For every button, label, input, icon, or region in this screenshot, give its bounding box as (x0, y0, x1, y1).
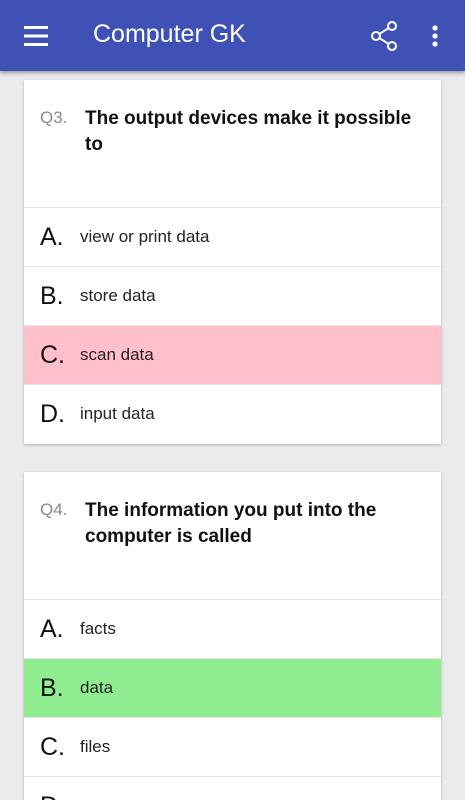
option-b[interactable]: B. store data (24, 267, 441, 326)
share-icon (371, 21, 397, 51)
app-bar: Computer GK (0, 0, 465, 71)
option-text: data (80, 678, 114, 697)
option-letter: A. (40, 223, 64, 251)
question-header: Q4. The information you put into the com… (24, 472, 441, 600)
option-letter: A. (40, 615, 64, 643)
app-title: Computer GK (93, 20, 246, 48)
more-options-button[interactable] (420, 16, 450, 56)
option-d[interactable]: D. input data (24, 385, 441, 444)
option-letter: B. (40, 674, 64, 702)
option-text: input data (80, 404, 155, 423)
question-header: Q3. The output devices make it possible … (24, 80, 441, 208)
option-text: view or print data (80, 227, 210, 246)
option-a[interactable]: A. view or print data (24, 208, 441, 267)
option-text: scan data (80, 345, 154, 364)
question-number: Q3. (40, 108, 68, 127)
question-text: The output devices make it possible to (85, 108, 412, 155)
option-a[interactable]: A. facts (24, 600, 441, 659)
option-text: files (80, 737, 111, 756)
option-text: store data (80, 286, 156, 305)
question-card-q4: Q4. The information you put into the com… (24, 472, 441, 800)
option-letter: B. (40, 282, 64, 310)
option-d[interactable]: D. (24, 777, 441, 800)
option-c[interactable]: C. files (24, 718, 441, 777)
question-number: Q4. (40, 500, 68, 519)
option-text: facts (80, 619, 116, 638)
share-button[interactable] (364, 16, 404, 56)
option-letter: C. (40, 341, 65, 369)
more-vert-icon (432, 25, 438, 47)
question-card-q3: Q3. The output devices make it possible … (24, 80, 441, 444)
menu-button[interactable] (14, 16, 58, 56)
question-text: The information you put into the compute… (85, 500, 377, 547)
option-letter: D. (40, 792, 65, 800)
option-b-correct[interactable]: B. data (24, 659, 441, 718)
hamburger-menu-icon (24, 26, 48, 46)
quiz-list[interactable]: Q3. The output devices make it possible … (0, 71, 465, 800)
option-letter: D. (40, 400, 65, 428)
option-letter: C. (40, 733, 65, 761)
option-c-wrong[interactable]: C. scan data (24, 326, 441, 385)
